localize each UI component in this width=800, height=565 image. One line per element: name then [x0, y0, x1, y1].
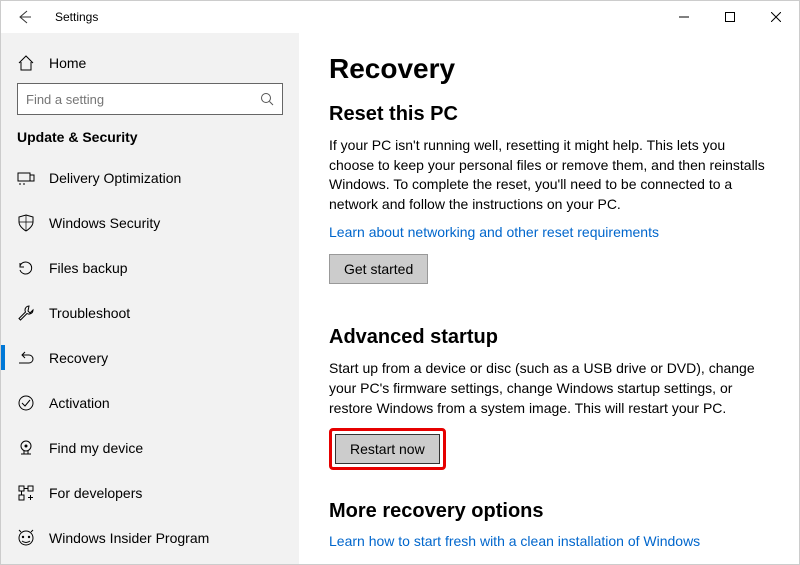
home-label: Home — [49, 55, 86, 71]
sidebar-nav: Delivery Optimization Windows Security F… — [1, 155, 299, 564]
location-icon — [17, 439, 35, 457]
more-section-title: More recovery options — [329, 500, 769, 523]
sidebar-item-windows-security[interactable]: Windows Security — [1, 200, 299, 245]
sidebar-item-label: Recovery — [49, 350, 108, 366]
search-icon — [260, 92, 274, 106]
sidebar-item-label: Troubleshoot — [49, 305, 130, 321]
sidebar-item-label: Find my device — [49, 440, 143, 456]
settings-window: Settings Home — [0, 0, 800, 565]
sidebar-item-label: Windows Security — [49, 215, 160, 231]
sidebar-item-find-my-device[interactable]: Find my device — [1, 425, 299, 470]
sidebar-item-label: Activation — [49, 395, 110, 411]
get-started-button[interactable]: Get started — [329, 254, 428, 284]
back-button[interactable] — [9, 2, 39, 32]
close-button[interactable] — [753, 1, 799, 33]
sidebar-item-recovery[interactable]: Recovery — [1, 335, 299, 380]
fresh-install-link[interactable]: Learn how to start fresh with a clean in… — [329, 533, 700, 549]
window-controls — [661, 1, 799, 33]
sidebar-item-delivery-optimization[interactable]: Delivery Optimization — [1, 155, 299, 200]
sidebar-item-label: For developers — [49, 485, 142, 501]
maximize-button[interactable] — [707, 1, 753, 33]
home-icon — [17, 54, 35, 72]
search-box[interactable] — [17, 83, 283, 115]
reset-description: If your PC isn't running well, resetting… — [329, 136, 769, 214]
minimize-icon — [679, 12, 689, 22]
sidebar-item-label: Delivery Optimization — [49, 170, 181, 186]
close-icon — [771, 12, 781, 22]
sidebar-item-label: Files backup — [49, 260, 128, 276]
shield-icon — [17, 214, 35, 232]
search-input[interactable] — [26, 92, 260, 107]
search-wrap — [1, 83, 299, 125]
check-circle-icon — [17, 394, 35, 412]
sidebar-item-files-backup[interactable]: Files backup — [1, 245, 299, 290]
wrench-icon — [17, 304, 35, 322]
delivery-icon — [17, 169, 35, 187]
insider-icon — [17, 529, 35, 547]
home-nav[interactable]: Home — [1, 43, 299, 83]
sidebar-item-label: Windows Insider Program — [49, 530, 209, 546]
developers-icon — [17, 484, 35, 502]
sidebar-section-heading: Update & Security — [1, 125, 299, 155]
recovery-icon — [17, 349, 35, 367]
arrow-left-icon — [16, 9, 32, 25]
reset-learn-link[interactable]: Learn about networking and other reset r… — [329, 224, 659, 240]
restart-now-button[interactable]: Restart now — [335, 434, 440, 464]
sidebar: Home Update & Security Delivery Optimiza… — [1, 33, 299, 564]
content-pane[interactable]: Recovery Reset this PC If your PC isn't … — [299, 33, 799, 564]
body: Home Update & Security Delivery Optimiza… — [1, 33, 799, 564]
sidebar-item-activation[interactable]: Activation — [1, 380, 299, 425]
window-title: Settings — [55, 10, 98, 24]
sidebar-item-troubleshoot[interactable]: Troubleshoot — [1, 290, 299, 335]
titlebar-left: Settings — [9, 2, 98, 32]
titlebar: Settings — [1, 1, 799, 33]
sidebar-item-windows-insider[interactable]: Windows Insider Program — [1, 515, 299, 560]
sidebar-item-for-developers[interactable]: For developers — [1, 470, 299, 515]
advanced-section-title: Advanced startup — [329, 326, 769, 349]
page-title: Recovery — [329, 53, 769, 85]
advanced-description: Start up from a device or disc (such as … — [329, 359, 769, 418]
reset-section-title: Reset this PC — [329, 103, 769, 126]
backup-icon — [17, 259, 35, 277]
minimize-button[interactable] — [661, 1, 707, 33]
restart-highlight: Restart now — [329, 428, 446, 470]
maximize-icon — [725, 12, 735, 22]
